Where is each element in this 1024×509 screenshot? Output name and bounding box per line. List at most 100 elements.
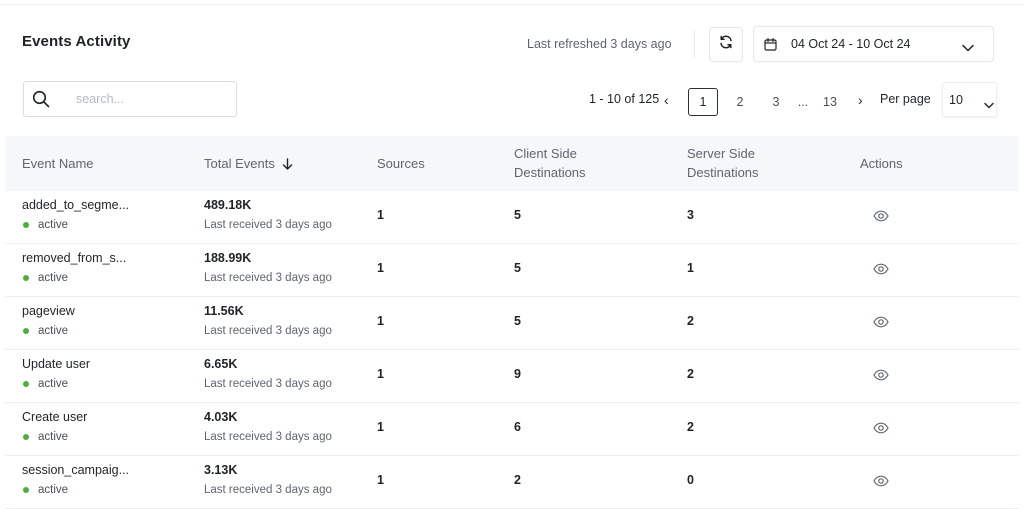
total-events-value: 6.65K [204, 357, 238, 371]
page-ellipsis: ... [797, 95, 809, 109]
status-badge: active [22, 219, 68, 231]
arrow-down-icon [282, 157, 293, 170]
active-status-dot [23, 328, 29, 334]
total-events-value: 489.18K [204, 198, 252, 212]
eye-icon[interactable] [873, 421, 889, 439]
last-received-text: Last received 3 days ago [204, 325, 332, 337]
column-sources: Sources [377, 156, 425, 171]
server-side-count: 2 [687, 367, 694, 381]
refresh-icon [718, 34, 734, 55]
table-header: Event Name Total Events Sources Client S… [5, 136, 1019, 193]
column-total-events[interactable]: Total Events [204, 154, 293, 173]
column-server-side-line1: Server Side [687, 146, 755, 161]
page-button-13[interactable]: 13 [818, 88, 842, 116]
client-side-count: 5 [514, 261, 521, 275]
search-icon [32, 90, 50, 113]
chevron-down-icon [984, 96, 994, 114]
column-server-side-line2: Destinations [687, 165, 759, 180]
page-button-1[interactable]: 1 [688, 88, 718, 116]
table-row[interactable]: Create user active 4.03K Last received 3 da… [5, 403, 1019, 456]
total-events-value: 188.99K [204, 251, 252, 265]
status-badge: active [22, 325, 68, 337]
search-input[interactable] [76, 90, 226, 108]
server-side-count: 3 [687, 208, 694, 222]
status-text: active [38, 431, 69, 443]
event-name[interactable]: Update user [22, 357, 90, 371]
total-events-value: 3.13K [204, 463, 238, 477]
chevron-left-icon[interactable]: ‹ [664, 92, 669, 108]
header-divider [694, 30, 695, 58]
per-page-value: 10 [949, 93, 963, 107]
active-status-dot [23, 222, 29, 228]
client-side-count: 2 [514, 473, 521, 487]
last-received-text: Last received 3 days ago [204, 219, 332, 231]
last-received-text: Last received 3 days ago [204, 484, 332, 496]
active-status-dot [23, 381, 29, 387]
status-text: active [38, 484, 69, 496]
search-box[interactable] [23, 81, 237, 117]
client-side-count: 5 [514, 208, 521, 222]
column-server-side: Server Side Destinations [687, 144, 759, 182]
active-status-dot [23, 487, 29, 493]
sources-count: 1 [377, 314, 384, 328]
event-name[interactable]: session_campaig... [22, 463, 129, 477]
chevron-down-icon [962, 39, 974, 57]
last-received-text: Last received 3 days ago [204, 272, 332, 284]
column-event-name[interactable]: Event Name [22, 154, 94, 173]
page-button-2[interactable]: 2 [728, 88, 752, 116]
per-page-select[interactable]: 10 [942, 82, 997, 117]
server-side-count: 1 [687, 261, 694, 275]
status-badge: active [22, 484, 68, 496]
page-title: Events Activity [22, 33, 131, 50]
eye-icon[interactable] [873, 474, 889, 492]
status-badge: active [22, 272, 68, 284]
active-status-dot [23, 434, 29, 440]
sources-count: 1 [377, 473, 384, 487]
column-client-side-line1: Client Side [514, 146, 577, 161]
last-received-text: Last received 3 days ago [204, 378, 332, 390]
status-text: active [38, 378, 69, 390]
status-text: active [38, 325, 69, 337]
eye-icon[interactable] [873, 209, 889, 227]
client-side-count: 9 [514, 367, 521, 381]
server-side-count: 0 [687, 473, 694, 487]
column-client-side-line2: Destinations [514, 165, 586, 180]
date-range-picker[interactable]: 04 Oct 24 - 10 Oct 24 [753, 26, 994, 62]
client-side-count: 5 [514, 314, 521, 328]
sources-count: 1 [377, 367, 384, 381]
status-text: active [38, 272, 69, 284]
server-side-count: 2 [687, 314, 694, 328]
page-button-3: 3 [772, 95, 780, 109]
column-actions: Actions [860, 156, 903, 171]
status-badge: active [22, 378, 68, 390]
eye-icon[interactable] [873, 368, 889, 386]
total-events-value: 4.03K [204, 410, 238, 424]
date-range-label: 04 Oct 24 - 10 Oct 24 [791, 37, 911, 51]
event-name[interactable]: removed_from_s... [22, 251, 126, 265]
table-row[interactable]: removed_from_s...active 188.99K Last recei… [5, 244, 1019, 297]
column-total-events-label: Total Events [204, 156, 275, 171]
status-text: active [38, 219, 69, 231]
event-name[interactable]: pageview [22, 304, 75, 318]
table-row[interactable]: pageview active 11.56K Last received 3 days… [5, 297, 1019, 350]
status-badge: active [22, 431, 68, 443]
last-refreshed-text: Last refreshed 3 days ago [527, 37, 672, 51]
chevron-right-icon[interactable]: › [858, 92, 863, 108]
sources-count: 1 [377, 261, 384, 275]
event-name[interactable]: added_to_segme... [22, 198, 129, 212]
table-row[interactable]: session_campaig...active 3.13K Last receiv… [5, 456, 1019, 509]
calendar-icon [764, 37, 777, 56]
sources-count: 1 [377, 208, 384, 222]
last-received-text: Last received 3 days ago [204, 431, 332, 443]
refresh-button[interactable] [709, 27, 743, 62]
table-row[interactable]: Update user active 6.65K Last received 3 da… [5, 350, 1019, 403]
per-page-label: Per page [880, 92, 931, 106]
event-name[interactable]: Create user [22, 410, 87, 424]
eye-icon[interactable] [873, 262, 889, 280]
client-side-count: 6 [514, 420, 521, 434]
pagination-range: 1 - 10 of 125 [589, 92, 660, 106]
server-side-count: 2 [687, 420, 694, 434]
eye-icon[interactable] [873, 315, 889, 333]
total-events-value: 11.56K [204, 304, 244, 318]
table-row[interactable]: added_to_segme...active 489.18K Last recei… [5, 191, 1019, 244]
